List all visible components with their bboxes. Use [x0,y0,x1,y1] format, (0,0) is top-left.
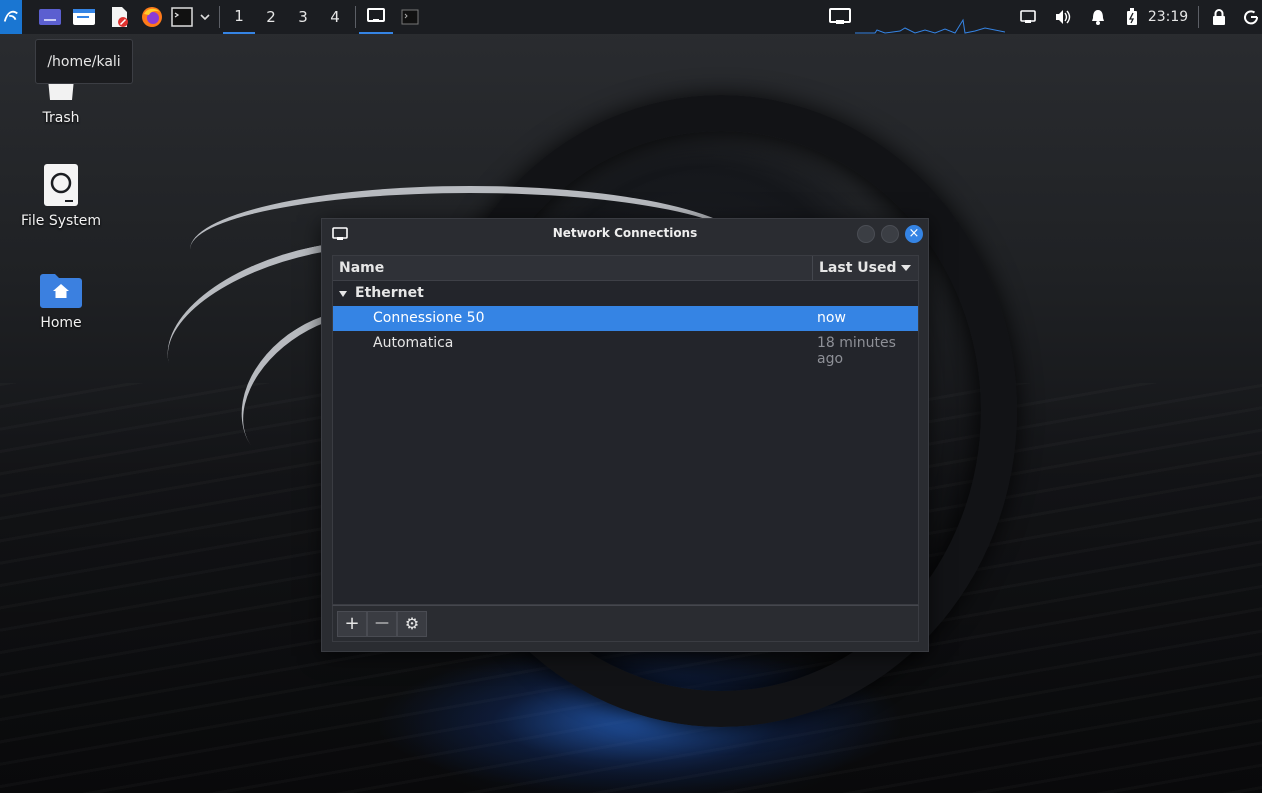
firefox-icon[interactable] [138,0,166,34]
desktop-icon[interactable] [36,0,64,34]
battery-icon[interactable] [1122,0,1142,34]
sort-arrow-icon [901,265,911,271]
group-label: Ethernet [355,285,424,301]
clock[interactable]: 23:19 [1146,0,1190,34]
network-activity-graph [855,18,1005,34]
file-manager-icon[interactable] [70,0,98,34]
expander-icon[interactable] [339,291,347,297]
home-folder-icon [40,274,82,308]
lock-icon[interactable] [1208,0,1230,34]
workspace-1[interactable]: 1 [223,0,255,34]
minimize-button[interactable] [857,225,875,243]
network-icon[interactable] [826,0,854,34]
desktop-icon-file-system[interactable]: File System [1,163,121,229]
column-header-name[interactable]: Name [339,260,384,276]
top-panel: 1 2 3 4 23:19 [0,0,1262,34]
power-icon[interactable] [1240,0,1262,34]
display-icon[interactable] [1016,0,1040,34]
desktop-icon-label: File System [20,213,102,229]
window-title: Network Connections [552,226,698,240]
desktop-icon-label: Trash [42,110,80,126]
taskbar-network-connections[interactable] [359,0,393,34]
column-header-last-used-label: Last Used [819,260,897,276]
chevron-down-icon[interactable] [197,0,213,34]
tooltip: /home/kali [35,39,133,84]
connection-last-used: 18 minutes ago [817,335,896,367]
close-button[interactable]: × [905,225,923,243]
group-ethernet[interactable]: Ethernet [333,281,918,306]
desktop-icon-home[interactable]: Home [1,271,121,331]
list-header: Name Last Used [333,256,918,281]
titlebar[interactable]: Network Connections × [322,219,928,249]
network-connections-window: Network Connections × Name Last Used Eth… [321,218,929,652]
connection-row[interactable]: Connessione 50 now [333,306,918,331]
workspace-2[interactable]: 2 [255,0,287,34]
remove-connection-button[interactable]: — [367,611,397,637]
connection-name: Automatica [373,335,454,351]
panel-separator [355,6,356,28]
workspace-3[interactable]: 3 [287,0,319,34]
terminal-icon[interactable] [169,0,195,34]
bell-icon[interactable] [1087,0,1109,34]
text-editor-icon[interactable] [105,0,133,34]
panel-separator [219,6,220,28]
connection-last-used: now [817,310,846,326]
connections-list: Name Last Used Ethernet Connessione 50 n… [332,255,919,605]
panel-separator [1198,6,1199,28]
add-connection-button[interactable]: + [337,611,367,637]
taskbar-terminal[interactable] [396,0,424,34]
maximize-button[interactable] [881,225,899,243]
desktop-icon-label: Home [40,315,82,331]
workspace-4[interactable]: 4 [319,0,351,34]
column-header-last-used[interactable]: Last Used [812,256,919,280]
connection-row[interactable]: Automatica 18 minutes ago [333,331,918,367]
volume-icon[interactable] [1051,0,1075,34]
connections-toolbar: + — ⚙ [332,605,919,642]
connection-name: Connessione 50 [373,310,485,326]
edit-connection-button[interactable]: ⚙ [397,611,427,637]
kali-menu-icon[interactable] [0,0,22,34]
drive-icon [44,164,78,206]
